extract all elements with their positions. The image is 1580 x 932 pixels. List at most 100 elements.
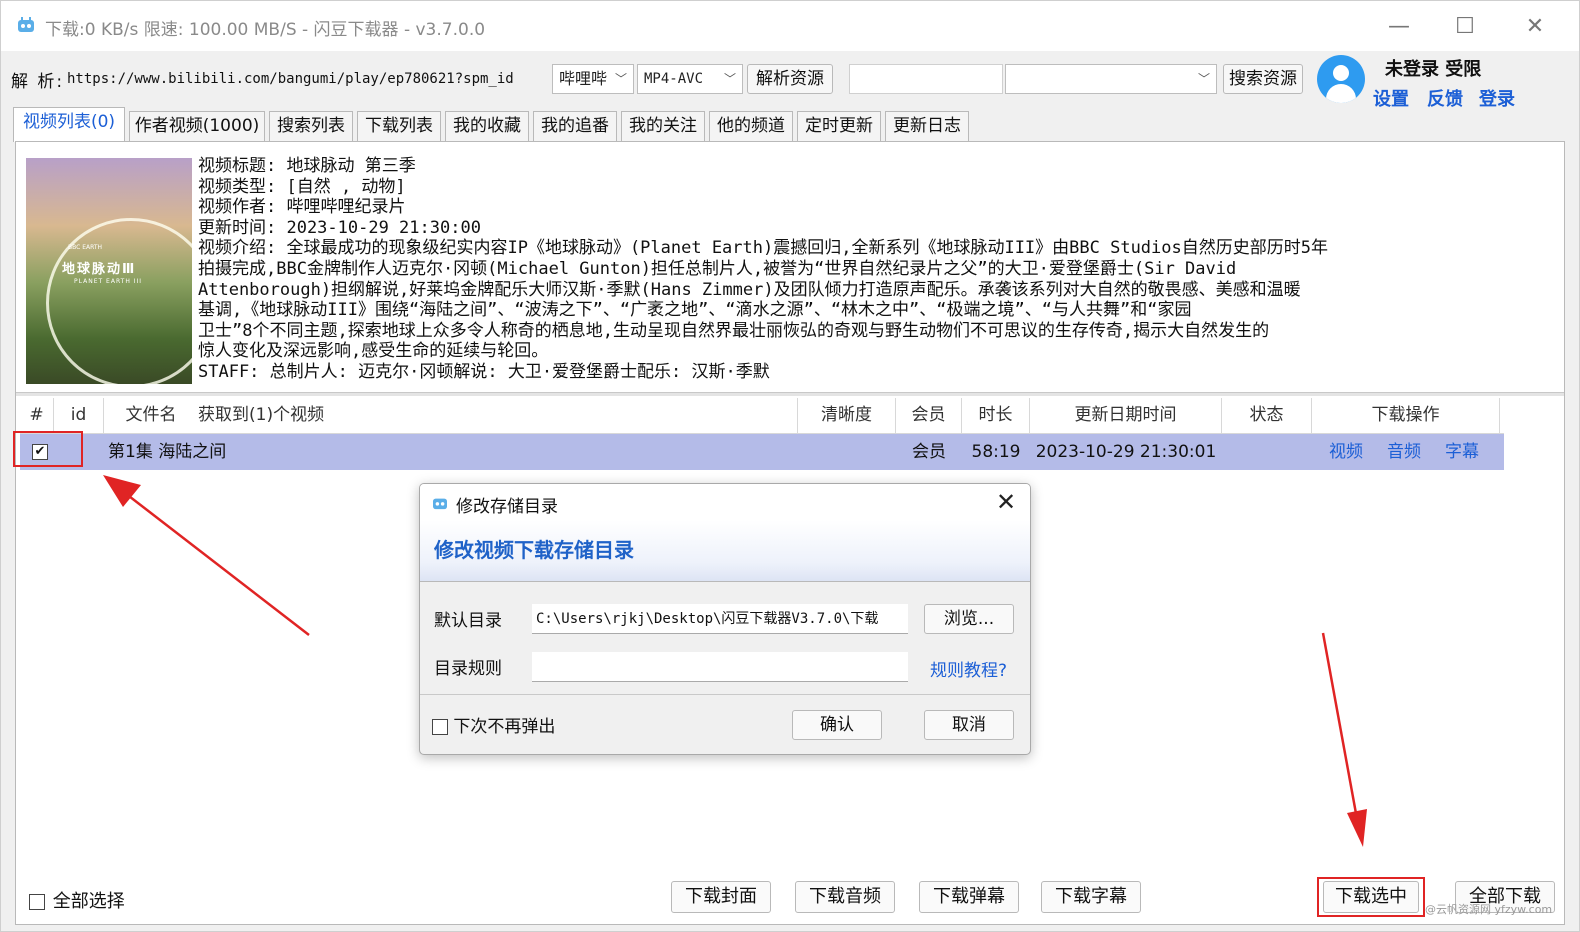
url-input[interactable]: https://www.bilibili.com/bangumi/play/ep… bbox=[67, 65, 545, 93]
column-hash[interactable]: # bbox=[20, 398, 54, 434]
cancel-button[interactable]: 取消 bbox=[924, 710, 1014, 740]
search-button[interactable]: 搜索资源 bbox=[1223, 64, 1303, 94]
column-status[interactable]: 状态 bbox=[1222, 398, 1312, 434]
video-info: BBC EARTH 地球脉动Ⅲ PLANET EARTH III 视频标题: 地… bbox=[24, 156, 1558, 388]
row-filename: 第1集 海陆之间 bbox=[108, 442, 227, 462]
format-select[interactable]: MP4-AVC ﹀ bbox=[637, 64, 743, 94]
tab-channels[interactable]: 他的频道 bbox=[709, 111, 793, 141]
watermark: @云帆资源网 yfzyw.com bbox=[1425, 903, 1553, 916]
app-window: 下载:0 KB/s 限速: 100.00 MB/S - 闪豆下载器 - v3.7… bbox=[0, 0, 1580, 932]
select-all-option[interactable]: 全部选择 bbox=[29, 887, 125, 913]
chevron-down-icon: ﹀ bbox=[723, 72, 736, 86]
no-popup-label: 下次不再弹出 bbox=[453, 717, 556, 737]
confirm-button[interactable]: 确认 bbox=[792, 710, 882, 740]
info-line: 基调,《地球脉动III》围绕“海陆之间”、“波涛之下”、“广袤之地”、“滴水之源… bbox=[198, 300, 1192, 321]
avatar-icon[interactable] bbox=[1317, 55, 1365, 103]
storage-dir-dialog: 修改存储目录 ✕ 修改视频下载存储目录 默认目录 C:\Users\rjkj\D… bbox=[419, 483, 1031, 755]
row-member: 会员 bbox=[912, 442, 946, 462]
info-line: 更新时间: 2023-10-29 21:30:00 bbox=[198, 217, 481, 238]
login-status: 未登录 受限 bbox=[1385, 59, 1482, 80]
tab-following-bangumi[interactable]: 我的追番 bbox=[533, 111, 617, 141]
browse-button[interactable]: 浏览... bbox=[924, 604, 1014, 634]
download-selected-button[interactable]: 下载选中 bbox=[1323, 881, 1419, 913]
info-line: 视频作者: 哔哩哔哩纪录片 bbox=[198, 197, 406, 218]
default-dir-input[interactable]: C:\Users\rjkj\Desktop\闪豆下载器V3.7.0\下载 bbox=[532, 604, 908, 634]
dialog-close-button[interactable]: ✕ bbox=[992, 488, 1020, 516]
row-duration: 58:19 bbox=[971, 442, 1021, 462]
video-thumbnail: BBC EARTH 地球脉动Ⅲ PLANET EARTH III bbox=[26, 158, 192, 384]
download-danmaku-button[interactable]: 下载弹幕 bbox=[919, 881, 1019, 913]
minimize-button[interactable]: — bbox=[1385, 13, 1413, 41]
splitter[interactable] bbox=[16, 392, 1564, 396]
info-line: 卫士”8个不同主题,探索地球上众多令人称奇的栖息地,生动呈现自然界最壮丽恢弘的奇… bbox=[198, 320, 1270, 341]
format-select-value: MP4-AVC bbox=[644, 71, 704, 87]
chevron-down-icon: ﹀ bbox=[614, 72, 627, 86]
column-member[interactable]: 会员 bbox=[896, 398, 962, 434]
select-all-label: 全部选择 bbox=[52, 891, 125, 912]
dir-rule-label: 目录规则 bbox=[434, 659, 502, 679]
dialog-title-bar: 修改存储目录 ✕ bbox=[420, 484, 1030, 520]
maximize-button[interactable]: ☐ bbox=[1451, 13, 1479, 41]
default-dir-label: 默认目录 bbox=[434, 611, 502, 631]
highlight-box-checkbox bbox=[13, 431, 83, 467]
no-popup-checkbox[interactable] bbox=[432, 719, 448, 735]
settings-link[interactable]: 设置 bbox=[1373, 85, 1409, 111]
tab-video-list[interactable]: 视频列表(0) bbox=[13, 107, 125, 142]
feedback-link[interactable]: 反馈 bbox=[1427, 85, 1463, 111]
no-popup-option[interactable]: 下次不再弹出 bbox=[432, 712, 555, 737]
tab-favorites[interactable]: 我的收藏 bbox=[445, 111, 529, 141]
close-button[interactable]: ✕ bbox=[1521, 13, 1549, 41]
app-logo-icon bbox=[433, 498, 447, 510]
tab-following[interactable]: 我的关注 bbox=[621, 111, 705, 141]
thumbnail-subtitle: PLANET EARTH III bbox=[74, 278, 143, 285]
download-subtitle-link[interactable]: 字幕 bbox=[1440, 434, 1484, 470]
dialog-heading: 修改视频下载存储目录 bbox=[434, 538, 634, 562]
search-select[interactable]: ﹀ bbox=[1005, 64, 1217, 94]
login-link[interactable]: 登录 bbox=[1479, 85, 1515, 111]
column-found-count: 获取到(1)个视频 bbox=[198, 398, 798, 434]
rule-tutorial-link[interactable]: 规则教程? bbox=[930, 656, 1007, 681]
thumbnail-badge: BBC EARTH bbox=[68, 244, 103, 251]
video-description: 视频标题: 地球脉动 第三季 视频类型: [自然 , 动物] 视频作者: 哔哩哔… bbox=[198, 156, 1558, 383]
table-header: # id 文件名 获取到(1)个视频 清晰度 会员 时长 更新日期时间 状态 下… bbox=[20, 398, 1504, 434]
info-line: 视频标题: 地球脉动 第三季 bbox=[198, 156, 416, 176]
title-bar: 下载:0 KB/s 限速: 100.00 MB/S - 闪豆下载器 - v3.7… bbox=[1, 1, 1579, 51]
tab-author-videos[interactable]: 作者视频(1000) bbox=[129, 111, 265, 141]
row-quality bbox=[798, 434, 896, 470]
tab-search-list[interactable]: 搜索列表 bbox=[269, 111, 353, 141]
download-cover-button[interactable]: 下载封面 bbox=[671, 881, 771, 913]
site-select[interactable]: 哔哩哔 ﹀ bbox=[552, 64, 634, 94]
row-status bbox=[1222, 434, 1312, 470]
info-line: 惊人变化及深远影响,感受生命的延续与轮回。 bbox=[198, 341, 549, 362]
app-logo-icon bbox=[18, 17, 34, 32]
tab-scheduled-update[interactable]: 定时更新 bbox=[797, 111, 881, 141]
table-row[interactable]: ✔ 第1集 海陆之间 会员 58:19 2023-10-29 21:30:01 … bbox=[20, 434, 1504, 470]
window-title: 下载:0 KB/s 限速: 100.00 MB/S - 闪豆下载器 - v3.7… bbox=[45, 20, 486, 40]
thumbnail-title: 地球脉动Ⅲ bbox=[62, 262, 137, 277]
site-select-value: 哔哩哔 bbox=[559, 69, 608, 88]
parse-label: 解 析: bbox=[11, 72, 65, 92]
select-all-checkbox[interactable] bbox=[29, 894, 45, 910]
tab-changelog[interactable]: 更新日志 bbox=[885, 111, 969, 141]
dialog-header: 修改视频下载存储目录 bbox=[420, 520, 1030, 582]
info-line: Attenborough)担纲解说,好莱坞金牌配乐大师汉斯·季默(Hans Zi… bbox=[198, 279, 1301, 300]
info-line: 视频介绍: 全球最成功的现象级纪实内容IP《地球脉动》(Planet Earth… bbox=[198, 238, 1328, 259]
search-input[interactable] bbox=[849, 64, 1003, 94]
tab-download-list[interactable]: 下载列表 bbox=[357, 111, 441, 141]
chevron-down-icon: ﹀ bbox=[1197, 72, 1210, 86]
dialog-title: 修改存储目录 bbox=[456, 497, 558, 517]
column-filename[interactable]: 文件名 bbox=[104, 398, 198, 434]
info-line: 拍摄完成,BBC金牌制作人迈克尔·冈顿(Michael Gunton)担任总制片… bbox=[198, 258, 1237, 279]
column-quality[interactable]: 清晰度 bbox=[798, 398, 896, 434]
column-updated[interactable]: 更新日期时间 bbox=[1030, 398, 1222, 434]
download-audio-link[interactable]: 音频 bbox=[1382, 434, 1426, 470]
download-video-link[interactable]: 视频 bbox=[1324, 434, 1368, 470]
dir-rule-input[interactable] bbox=[532, 652, 908, 682]
column-id[interactable]: id bbox=[54, 398, 104, 434]
column-duration[interactable]: 时长 bbox=[962, 398, 1030, 434]
row-updated: 2023-10-29 21:30:01 bbox=[1035, 442, 1217, 462]
info-line: 视频类型: [自然 , 动物] bbox=[198, 176, 406, 197]
download-audio-button[interactable]: 下载音频 bbox=[795, 881, 895, 913]
download-subtitle-button[interactable]: 下载字幕 bbox=[1041, 881, 1141, 913]
parse-button[interactable]: 解析资源 bbox=[747, 64, 833, 94]
